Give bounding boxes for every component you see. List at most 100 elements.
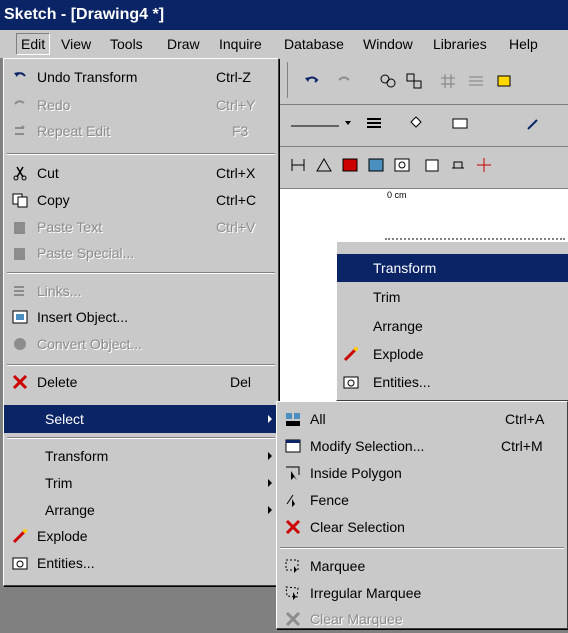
menu-item-select[interactable]: Select: [4, 405, 278, 433]
copy-icon: [12, 193, 28, 208]
toolbar-divider: [287, 62, 288, 98]
fill-color-icon[interactable]: [451, 114, 469, 132]
submenu-item-clear-selection[interactable]: Clear Selection: [277, 513, 567, 541]
window-title-bar[interactable]: Sketch - [Drawing4 *]: [0, 0, 568, 30]
submenu-arrow-icon: [268, 415, 272, 423]
menu-item-cut[interactable]: Cut Ctrl+X: [4, 159, 278, 187]
line-style-dropdown[interactable]: [289, 114, 359, 132]
submenu-arrow-icon: [268, 506, 272, 514]
menu-item-copy[interactable]: Copy Ctrl+C: [4, 186, 278, 214]
submenu-item-modify-selection[interactable]: Modify Selection... Ctrl+M: [277, 432, 567, 460]
redo-icon[interactable]: [335, 72, 353, 90]
modify-selection-icon: [285, 439, 301, 453]
entities-icon: [12, 557, 28, 570]
menu-divider: [7, 364, 275, 366]
furniture-icon[interactable]: [449, 156, 467, 174]
fence-icon: [286, 494, 295, 507]
redo-icon: [14, 100, 25, 105]
menu-view[interactable]: View: [57, 34, 95, 54]
submenu-item-fence[interactable]: Fence: [277, 486, 567, 514]
submenu-item-all[interactable]: All Ctrl+A: [277, 405, 567, 433]
ungroup-icon[interactable]: [405, 72, 423, 90]
menu-window[interactable]: Window: [359, 34, 417, 54]
picture-icon[interactable]: [367, 156, 385, 174]
group-icon[interactable]: [379, 72, 397, 90]
menu-draw[interactable]: Draw: [163, 34, 204, 54]
line-weight-icon[interactable]: [365, 114, 383, 132]
convert-object-icon: [14, 338, 26, 350]
menu-item-paste-special[interactable]: Paste Special...: [4, 239, 278, 267]
menu-edit[interactable]: Edit: [16, 33, 51, 55]
marquee-icon: [285, 559, 299, 573]
irregular-marquee-icon: [285, 586, 299, 600]
paste-special-icon: [14, 248, 25, 260]
submenu-item-irregular-marquee[interactable]: Irregular Marquee: [277, 579, 567, 607]
horizontal-ruler: 0 cm: [279, 188, 568, 212]
context-item-entities[interactable]: Entities...: [337, 368, 568, 396]
scissors-icon: [13, 166, 27, 181]
delete-x-icon: [12, 374, 28, 390]
menu-item-explode[interactable]: Explode: [4, 522, 278, 550]
crosshair-icon[interactable]: [475, 156, 493, 174]
toolbar-row-divider: [279, 104, 568, 105]
select-all-icon: [286, 413, 300, 426]
menu-help[interactable]: Help: [505, 34, 542, 54]
hatch-icon[interactable]: [341, 156, 359, 174]
submenu-arrow-icon: [268, 479, 272, 487]
polygon-select-icon: [286, 466, 300, 480]
eyedropper-icon[interactable]: [525, 114, 543, 132]
menu-item-paste-text[interactable]: Paste Text Ctrl+V: [4, 213, 278, 241]
fill-bucket-icon[interactable]: [407, 114, 425, 132]
dimension-icon[interactable]: [289, 156, 307, 174]
context-item-trim[interactable]: Trim: [337, 283, 568, 311]
menu-divider: [7, 153, 275, 155]
grid-icon[interactable]: [439, 72, 457, 90]
context-item-transform[interactable]: Transform: [337, 254, 568, 282]
undo-icon[interactable]: [303, 72, 321, 90]
clear-marquee-icon: [285, 611, 301, 627]
menu-libraries[interactable]: Libraries: [429, 34, 491, 54]
paste-icon: [14, 222, 25, 234]
toolbar-row-divider: [279, 146, 568, 147]
menu-tools[interactable]: Tools: [106, 34, 147, 54]
links-icon: [14, 286, 24, 296]
explode-icon: [12, 529, 27, 544]
submenu-arrow-icon: [268, 452, 272, 460]
repeat-icon: [15, 125, 25, 135]
context-item-arrange[interactable]: Arrange: [337, 312, 568, 340]
menu-item-arrange[interactable]: Arrange: [4, 496, 278, 524]
menu-divider: [7, 437, 275, 439]
triangle-icon[interactable]: [315, 156, 333, 174]
ruler-label: 0 cm: [387, 190, 407, 200]
context-menu: Transform Trim Arrange Explode Entities.…: [336, 238, 568, 401]
menu-item-links[interactable]: Links...: [4, 277, 278, 305]
layers-icon[interactable]: [495, 72, 513, 90]
menu-database[interactable]: Database: [280, 34, 348, 54]
menu-divider: [7, 272, 275, 274]
building-icon[interactable]: [423, 156, 441, 174]
menu-item-entities[interactable]: Entities...: [4, 549, 278, 577]
menu-bar: Edit View Tools Draw Inquire Database Wi…: [0, 30, 568, 58]
menu-item-undo[interactable]: Undo Transform Ctrl-Z: [4, 63, 278, 91]
menu-item-insert-object[interactable]: Insert Object...: [4, 303, 278, 331]
undo-icon: [14, 72, 26, 77]
insert-object-icon: [12, 310, 28, 324]
context-item-explode[interactable]: Explode: [337, 340, 568, 368]
menu-item-repeat[interactable]: Repeat Edit F3: [4, 117, 278, 145]
submenu-item-inside-polygon[interactable]: Inside Polygon: [277, 459, 567, 487]
explode-icon: [343, 347, 358, 362]
menu-item-transform[interactable]: Transform: [4, 442, 278, 470]
canvas-marker: [385, 238, 565, 246]
edit-menu: Undo Transform Ctrl-Z Redo Ctrl+Y Repeat E…: [3, 58, 279, 586]
menu-item-convert-object[interactable]: Convert Object...: [4, 330, 278, 358]
snap-grid-icon[interactable]: [467, 72, 485, 90]
entities-icon: [343, 376, 359, 389]
symbol-icon[interactable]: [393, 156, 411, 174]
menu-item-delete[interactable]: Delete Del: [4, 368, 278, 396]
submenu-item-marquee[interactable]: Marquee: [277, 552, 567, 580]
menu-item-trim[interactable]: Trim: [4, 469, 278, 497]
window-title: Sketch - [Drawing4 *]: [4, 6, 165, 23]
menu-item-redo[interactable]: Redo Ctrl+Y: [4, 91, 278, 119]
menu-inquire[interactable]: Inquire: [215, 34, 266, 54]
clear-selection-icon: [285, 519, 301, 535]
